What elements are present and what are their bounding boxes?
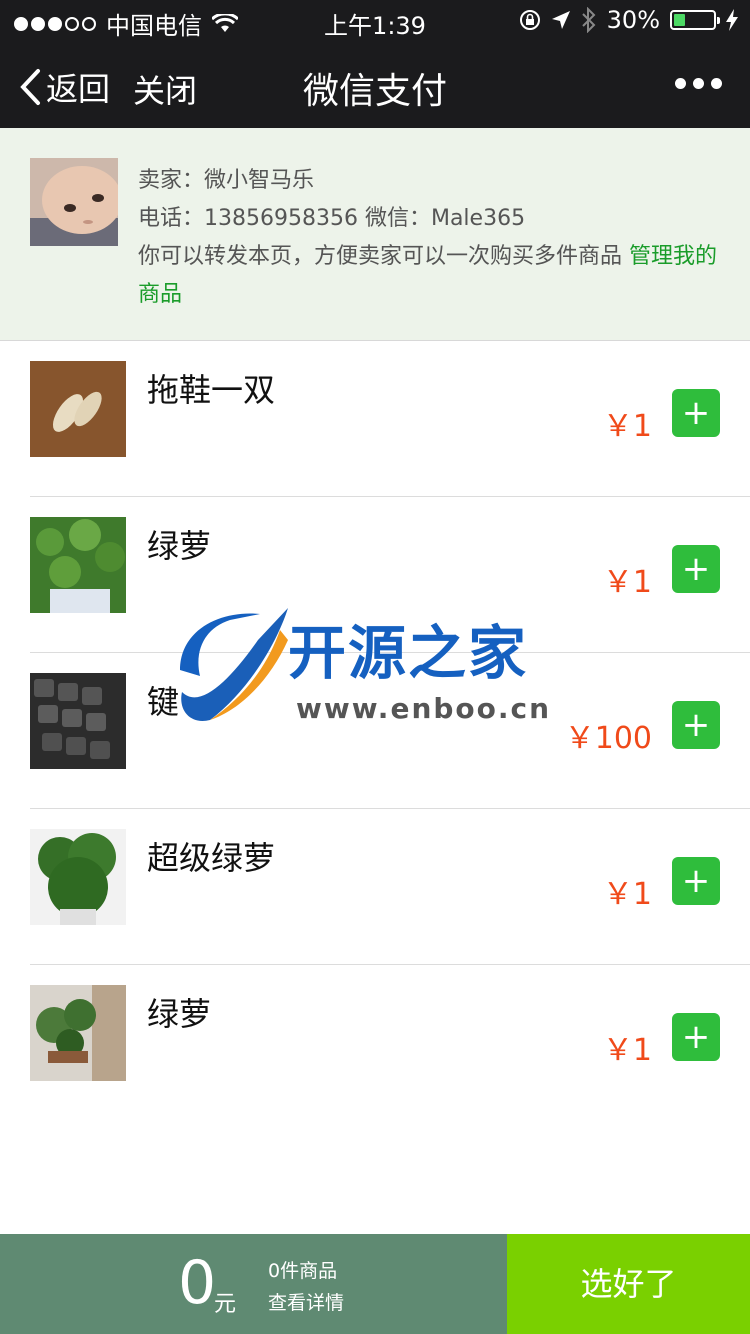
seller-contact: 电话：13856958356 微信：Male365 [138, 206, 526, 231]
top-bar: 中国电信 上午1:39 30% 返回 关闭 微信支付 [0, 0, 750, 128]
product-price: ￥1 [602, 877, 652, 912]
more-menu-button[interactable] [675, 78, 722, 89]
product-name: 拖鞋一双 [147, 371, 276, 409]
status-bar: 中国电信 上午1:39 30% [0, 0, 750, 40]
avatar-image [30, 158, 118, 246]
rotation-lock-icon [519, 10, 540, 30]
confirm-selection-button[interactable]: 选好了 [507, 1234, 750, 1334]
cart-item-count: 0件商品 [268, 1260, 338, 1282]
more-dot [675, 78, 686, 89]
product-thumbnail [30, 361, 126, 457]
product-item[interactable]: 拖鞋一双 ￥1 + [30, 341, 750, 497]
cart-bar: 0 元 0件商品 查看详情 选好了 [0, 1234, 750, 1334]
more-dot [711, 78, 722, 89]
seller-note-block: 你可以转发本页，方便卖家可以一次购买多件商品 管理我的商品 [138, 238, 728, 314]
product-item[interactable]: 绿萝 ￥1 + [30, 965, 750, 1121]
page-title: 微信支付 [302, 71, 447, 112]
seller-note: 你可以转发本页，方便卖家可以一次购买多件商品 [138, 244, 623, 269]
product-price: ￥100 [564, 721, 652, 756]
seller-details: 卖家：微小智马乐 电话：13856958356 微信：Male365 你可以转发… [138, 162, 728, 314]
product-image [30, 985, 126, 1081]
product-name: 超级绿萝 [147, 839, 276, 877]
battery-fill [674, 14, 685, 26]
battery-percent: 30% [606, 6, 660, 34]
product-image [30, 517, 126, 613]
product-thumbnail [30, 829, 126, 925]
product-item[interactable]: 超级绿萝 ￥1 + [30, 809, 750, 965]
product-price: ￥1 [602, 565, 652, 600]
product-image [30, 673, 126, 769]
add-to-cart-button[interactable]: + [672, 545, 720, 593]
seller-name: 卖家：微小智马乐 [138, 168, 315, 193]
bluetooth-icon [581, 7, 596, 33]
product-name: 绿萝 [147, 527, 212, 565]
seller-avatar [30, 158, 118, 246]
product-item[interactable]: 绿萝 ￥1 + [30, 497, 750, 653]
seller-info: 卖家：微小智马乐 电话：13856958356 微信：Male365 你可以转发… [0, 128, 750, 341]
product-image [30, 829, 126, 925]
cart-total-unit: 元 [214, 1292, 237, 1317]
view-details-link[interactable]: 查看详情 [268, 1288, 344, 1315]
add-to-cart-button[interactable]: + [672, 857, 720, 905]
more-dot [693, 78, 704, 89]
product-item[interactable]: 键 ￥100 + [30, 653, 750, 809]
nav-bar: 返回 关闭 微信支付 [0, 44, 750, 128]
product-price: ￥1 [602, 409, 652, 444]
location-icon [551, 11, 570, 29]
battery-icon [670, 10, 720, 30]
add-to-cart-button[interactable]: + [672, 1013, 720, 1061]
product-price: ￥1 [602, 1033, 652, 1068]
product-thumbnail [30, 673, 126, 769]
product-name: 绿萝 [147, 995, 212, 1033]
product-thumbnail [30, 517, 126, 613]
charging-icon [726, 9, 738, 31]
product-name: 键 [147, 683, 180, 721]
product-image [30, 361, 126, 457]
cart-total-amount: 0 [178, 1248, 217, 1318]
status-right: 30% [519, 6, 738, 34]
cart-summary[interactable]: 0 元 0件商品 查看详情 [0, 1234, 507, 1334]
add-to-cart-button[interactable]: + [672, 701, 720, 749]
add-to-cart-button[interactable]: + [672, 389, 720, 437]
product-thumbnail [30, 985, 126, 1081]
